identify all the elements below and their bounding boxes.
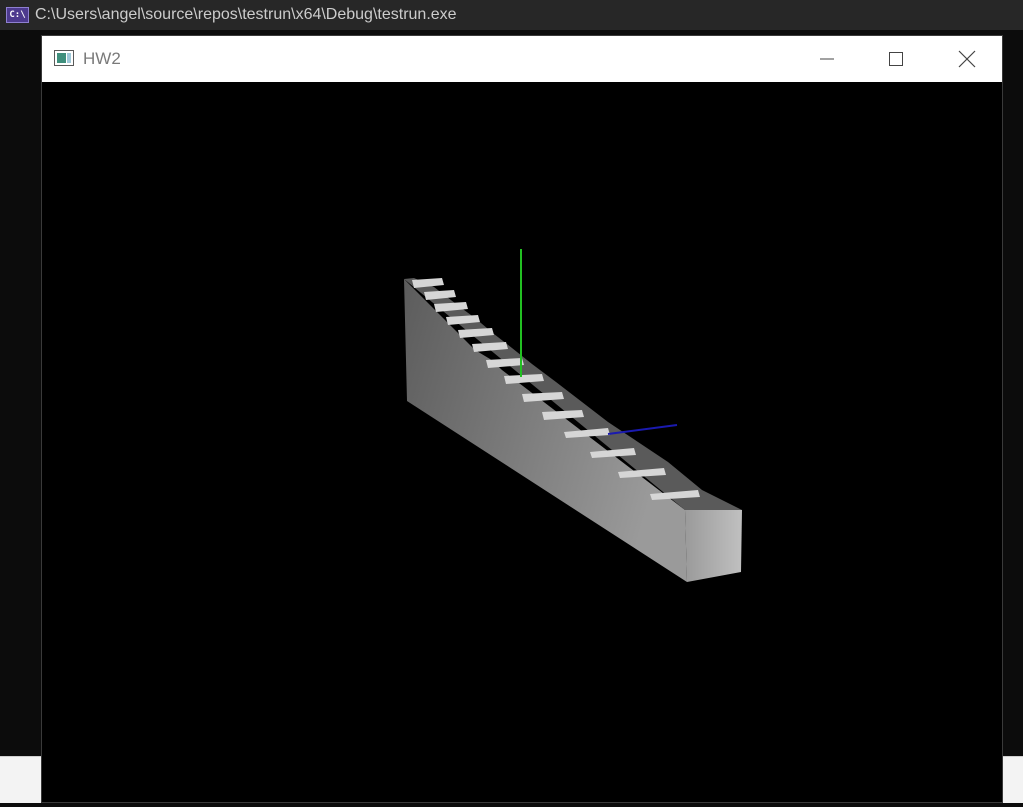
window-title: HW2 — [83, 49, 121, 68]
console-titlebar: C:\ C:\Users\angel\source\repos\testrun\… — [0, 0, 1023, 30]
maximize-button[interactable] — [873, 36, 919, 82]
console-background-strip-right — [1002, 756, 1023, 803]
stair-side-face — [404, 279, 687, 582]
minimize-button[interactable] — [804, 36, 850, 82]
stair-end-face — [685, 510, 742, 582]
window-titlebar[interactable]: HW2 — [42, 36, 1002, 82]
glut-window: HW2 — [42, 36, 1002, 802]
console-title: C:\Users\angel\source\repos\testrun\x64\… — [35, 6, 457, 23]
console-background-strip — [0, 756, 43, 803]
minimize-icon — [820, 58, 834, 60]
opengl-canvas[interactable] — [42, 82, 1002, 802]
close-button[interactable] — [944, 36, 990, 82]
console-app-icon: C:\ — [6, 7, 29, 23]
app-icon — [54, 50, 74, 66]
staircase-scene — [404, 249, 742, 582]
close-icon — [958, 50, 976, 68]
maximize-icon — [889, 52, 903, 66]
